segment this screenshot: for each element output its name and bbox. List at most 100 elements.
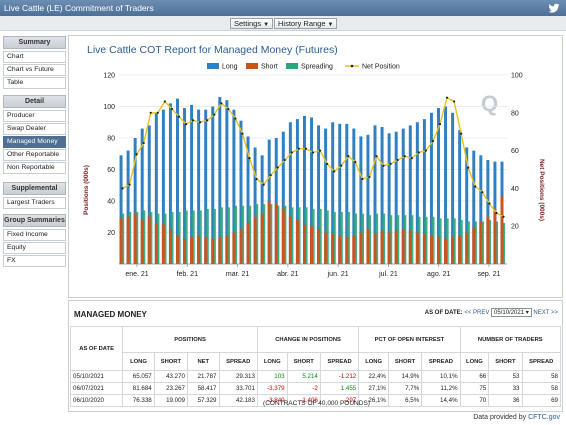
history-range-dropdown[interactable]: History Range ▼ — [274, 18, 338, 29]
net-position-point — [495, 211, 498, 215]
cell-spread: 29.313 — [218, 370, 258, 383]
cell-pct-long: 27,1% — [358, 382, 389, 395]
short-bar — [176, 235, 179, 264]
net-position-point — [445, 96, 449, 99]
short-bar — [338, 235, 342, 264]
sidebar-section-group-summaries: Group Summaries — [3, 214, 66, 227]
col-group-positions: POSITIONS — [122, 326, 258, 353]
net-position-point — [467, 166, 470, 169]
sidebar-item-chart-vs-future[interactable]: Chart vs Future — [3, 64, 66, 76]
short-bar — [394, 230, 398, 264]
prev-link[interactable]: << PREV — [464, 310, 489, 316]
net-position-point — [361, 177, 364, 181]
twitter-bird-icon[interactable] — [548, 2, 560, 14]
cell-traders-spread: 58 — [521, 370, 561, 383]
net-position-point — [452, 100, 456, 103]
net-position-point — [191, 119, 195, 122]
sidebar-item-other-reportable[interactable]: Other Reportable — [3, 149, 66, 161]
sidebar-section-detail: Detail — [3, 95, 66, 108]
cell-change-short: -2 — [286, 382, 321, 395]
net-position-point — [481, 191, 484, 194]
short-bar — [126, 216, 130, 264]
legend-swatch — [246, 63, 258, 69]
col-traders-long: LONG — [459, 352, 490, 371]
short-bar — [366, 229, 370, 264]
cell-date: 05/10/2021 — [69, 370, 124, 383]
net-position-point — [326, 162, 329, 165]
net-position-point — [304, 147, 308, 150]
net-position-point — [156, 111, 159, 114]
short-bar — [422, 234, 426, 264]
short-bar — [154, 223, 158, 264]
cell-pct-short: 14,9% — [387, 370, 423, 383]
sidebar-item-table[interactable]: Table — [3, 77, 66, 89]
short-bar — [479, 221, 483, 264]
net-position-point — [474, 185, 477, 188]
short-bar — [437, 237, 440, 264]
sidebar-item-managed-money[interactable]: Managed Money — [3, 136, 66, 148]
cell-date: 06/07/2021 — [69, 382, 124, 395]
sidebar-item-non-reportable[interactable]: Non Reportable — [3, 162, 66, 174]
sidebar-item-swap-dealer[interactable]: Swap Dealer — [3, 123, 66, 135]
short-bar — [204, 237, 208, 264]
short-bar — [274, 204, 278, 264]
table-title: MANAGED MONEY — [74, 310, 147, 319]
chevron-down-icon: ▾ — [525, 310, 529, 316]
sidebar-item-producer[interactable]: Producer — [3, 110, 66, 122]
net-position-point — [354, 160, 357, 164]
managed-money-table-panel: MANAGED MONEY AS OF DATE: << PREV 05/10/… — [68, 300, 563, 412]
settings-dropdown[interactable]: Settings ▼ — [230, 18, 274, 29]
short-bar — [345, 237, 349, 264]
sidebar-item-equity[interactable]: Equity — [3, 242, 66, 254]
sidebar-item-fx[interactable]: FX — [3, 255, 66, 267]
legend-label: Short — [261, 64, 278, 71]
col-group-traders: NUMBER OF TRADERS — [459, 326, 562, 353]
net-position-point — [460, 132, 463, 135]
net-position-point — [177, 115, 181, 118]
chart-legend: Long Short Spreading Net Position — [207, 63, 400, 71]
date-select[interactable]: 05/10/2021 ▾ — [491, 308, 532, 317]
window-title: Live Cattle (LE) Commitment of Traders — [4, 3, 154, 13]
short-bar — [253, 216, 257, 264]
col-traders-spread: SPREAD — [521, 352, 561, 371]
short-bar — [147, 216, 151, 264]
short-bar — [281, 208, 285, 264]
y-left-tick-label: 40 — [107, 199, 115, 206]
net-position-point — [347, 155, 350, 158]
col-traders-short: SHORT — [488, 352, 523, 371]
short-bar — [408, 230, 412, 264]
sidebar-item-chart[interactable]: Chart — [3, 51, 66, 63]
sidebar-item-fixed-income[interactable]: Fixed Income — [3, 229, 66, 241]
table-row: 06/07/2021 81.684 23.267 58.417 33.701 -… — [69, 382, 561, 395]
x-tick-label: ene. 21 — [125, 271, 148, 278]
short-bar — [288, 216, 292, 264]
sidebar-item-largest-traders[interactable]: Largest Traders — [3, 197, 66, 209]
short-bar — [500, 196, 504, 264]
x-tick-label: ago. 21 — [427, 271, 450, 278]
cftc-link[interactable]: CFTC.gov — [528, 414, 560, 421]
net-position-point — [382, 164, 385, 167]
as-of-date-control: AS OF DATE: << PREV 05/10/2021 ▾ NEXT >> — [425, 308, 558, 317]
y-right-tick-label: 20 — [511, 224, 519, 231]
col-pct-long: LONG — [358, 352, 389, 371]
net-position-point — [128, 183, 131, 186]
net-position-point — [502, 215, 505, 218]
short-bar — [133, 213, 137, 264]
provided-by-label: Data provided by — [473, 414, 527, 421]
net-position-point — [333, 170, 336, 173]
cot-table: AS OF DATE POSITIONS CHANGE IN POSITIONS… — [69, 326, 562, 407]
net-position-point — [213, 113, 216, 116]
x-tick-label: feb. 21 — [177, 271, 199, 278]
net-position-point — [438, 123, 442, 126]
short-bar — [387, 232, 391, 264]
short-bar — [295, 219, 299, 264]
net-position-point — [368, 175, 371, 179]
short-bar — [359, 232, 363, 264]
net-position-point — [135, 153, 138, 156]
short-bar — [415, 232, 419, 264]
short-bar — [232, 232, 236, 264]
short-bar — [486, 216, 490, 264]
menubar: Settings ▼ History Range ▼ — [0, 16, 566, 31]
next-link[interactable]: NEXT >> — [533, 310, 558, 316]
x-tick-label: abr. 21 — [277, 271, 299, 278]
